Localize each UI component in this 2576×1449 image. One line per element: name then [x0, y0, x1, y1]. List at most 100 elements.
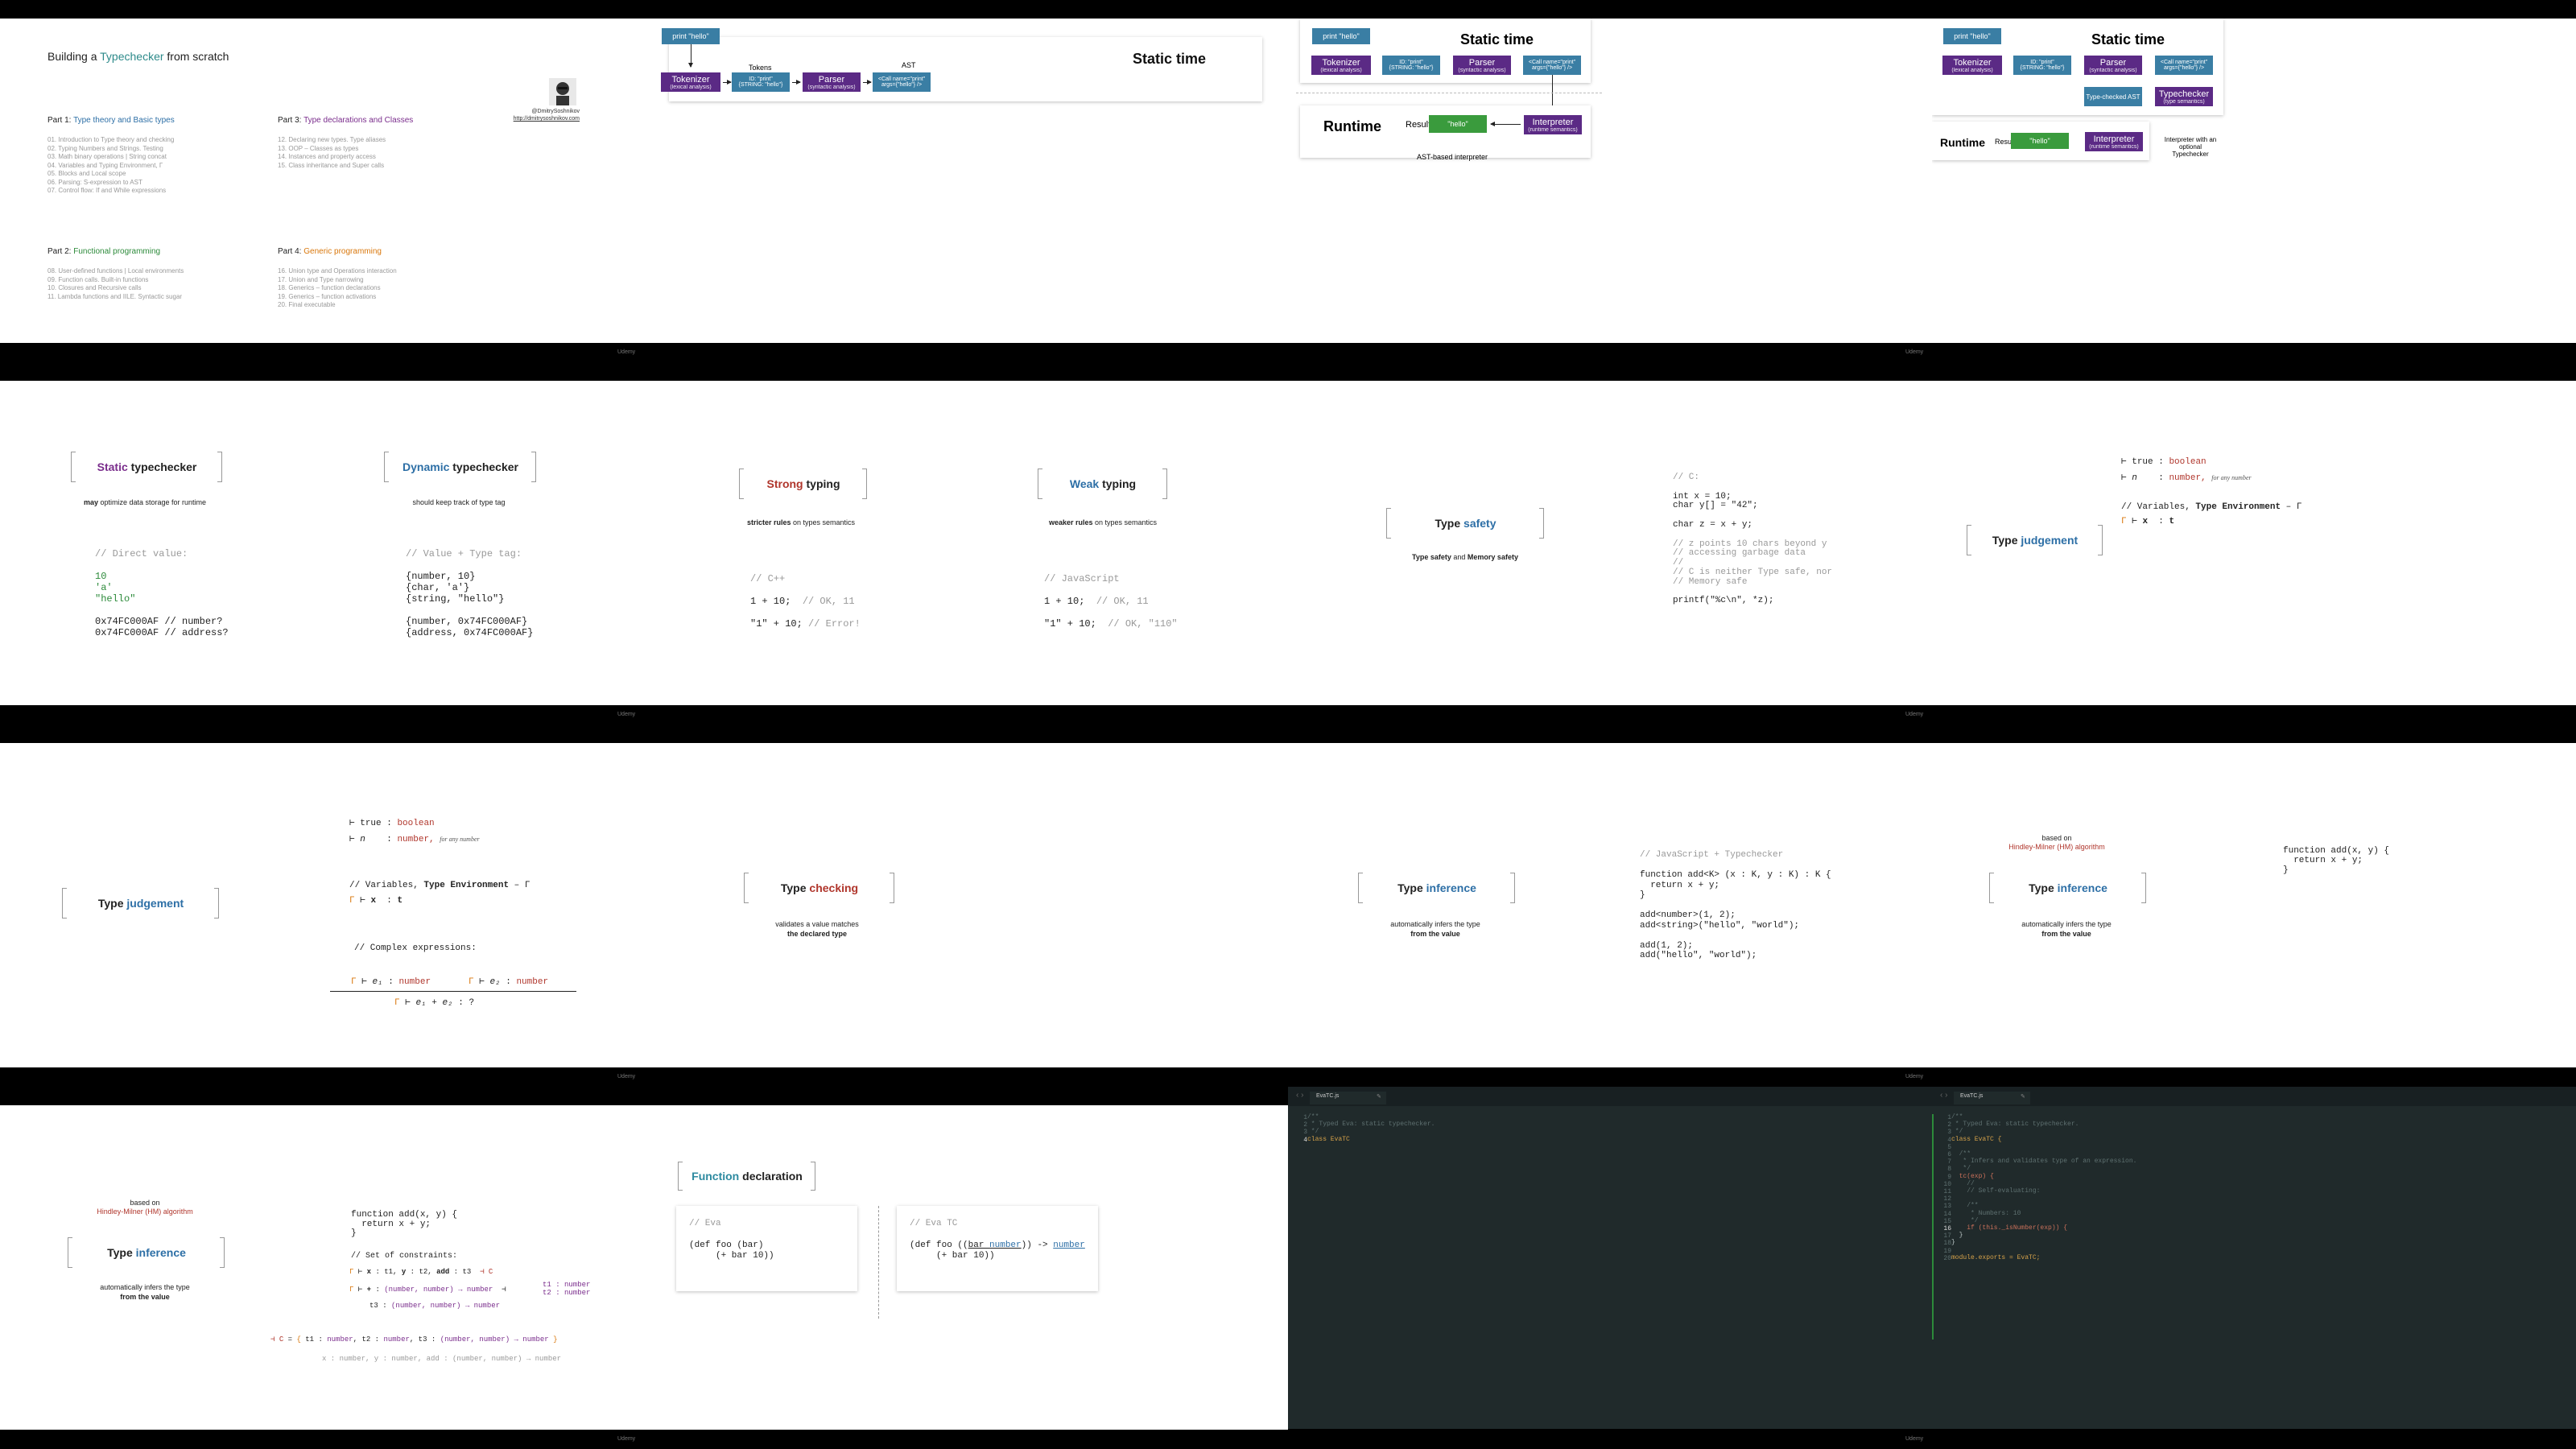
tokens-label: Tokens [749, 64, 772, 72]
bracket [62, 888, 67, 919]
lesson-item: 17. Union and Type narrowing [278, 275, 364, 283]
footer-label: Udemy [1905, 349, 1924, 355]
thumb-course-outline[interactable]: Building a Typechecker from scratch Part… [0, 0, 1288, 362]
slide-strong-weak: Strong typing stricter rules on types se… [644, 381, 1288, 705]
nav-arrows[interactable]: ‹ › [1940, 1091, 1947, 1100]
thumb-constraints-function[interactable]: based on Hindley-Milner (HM) algorithm T… [0, 1087, 1288, 1449]
lesson-item: 04. Variables and Typing Environment, Γ [47, 161, 163, 169]
divider [878, 1206, 879, 1319]
editor-line[interactable]: */ [1951, 1128, 2136, 1135]
course-part-title: Part 2: Functional programming [47, 247, 161, 256]
interpreter-box: Interpreter (runtime semantics) [1524, 115, 1582, 134]
line-number: 14 [1943, 1210, 1951, 1218]
concept-inference: Type inference [2029, 881, 2107, 894]
lesson-list: 12. Declaring new types. Type aliases 13.… [278, 136, 413, 170]
editor-line[interactable]: * Numbers: 10 [1951, 1210, 2136, 1217]
rule-true: ⊢ true : boolean [2121, 457, 2207, 467]
editor-line[interactable]: module.exports = EvaTC; [1951, 1254, 2136, 1261]
bracket [739, 469, 744, 499]
line-number: 3 [1303, 1129, 1307, 1137]
bracket [1358, 873, 1363, 903]
editor-line[interactable]: if (this._isNumber(exp)) { [1951, 1224, 2136, 1232]
code-line: add<number>(1, 2); [1640, 910, 1736, 920]
line-number: 4 [1303, 1136, 1307, 1144]
lesson-item: 06. Parsing: S-expression to AST [47, 178, 142, 186]
editor-line[interactable]: tc(exp) { [1951, 1173, 2136, 1180]
code-line: return x + y; [1640, 880, 1720, 890]
bracket [1162, 469, 1167, 499]
slide-type-inference: Type inference automatically infers the … [1288, 743, 1932, 1067]
editor-line[interactable]: /** [1951, 1202, 2136, 1209]
eva-code: (def foo (bar) (+ bar 10)) [689, 1241, 774, 1261]
inferred-types: x : number, y : number, add : (number, n… [322, 1355, 562, 1363]
concept-strong: Strong typing [766, 477, 840, 490]
lesson-item: 09. Function calls. Built-in functions [47, 275, 149, 283]
editor-line[interactable]: */ [1951, 1165, 2136, 1172]
rule-number: ⊢ n : number, for any number [2121, 473, 2252, 483]
constraint-3: t3 : (number, number) → number [369, 1302, 501, 1310]
editor-line[interactable]: /** [1951, 1113, 2136, 1121]
editor-line[interactable]: * Typed Eva: static typechecker. [1307, 1121, 1435, 1128]
thumb-inference[interactable]: Type inference automatically infers the … [1288, 724, 2576, 1087]
concept-inference: Type inference [1397, 881, 1476, 894]
editor-line[interactable]: * Infers and validates type of an expres… [1951, 1158, 2136, 1165]
static-time-title: Static time [2091, 31, 2165, 47]
editor-code[interactable]: /** * Typed Eva: static typechecker. */c… [1307, 1113, 1435, 1143]
tab-close-icon[interactable]: ✎ [1377, 1093, 1381, 1100]
lesson-item: 14. Instances and property access [278, 153, 376, 160]
thumb-judgement-checking[interactable]: Type judgement ⊢ true : boolean ⊢ n : nu… [0, 724, 1288, 1087]
line-number: 18 [1943, 1240, 1951, 1248]
thumb-safety-judgement[interactable]: Type safety Type safety and Memory safet… [1288, 362, 2576, 724]
line-number: 10 [1943, 1180, 1951, 1188]
thumb-editor[interactable]: ‹ › EvaTC.js ✎ 1234 /** * Typed Eva: sta… [1288, 1087, 2576, 1449]
nav-arrows[interactable]: ‹ › [1296, 1091, 1303, 1100]
bracket [2098, 525, 2103, 555]
editor-line[interactable]: // [1951, 1180, 2136, 1187]
bracket [862, 469, 867, 499]
editor-line[interactable]: } [1951, 1239, 2136, 1246]
editor-line[interactable]: /** [1951, 1150, 2136, 1158]
editor-line[interactable]: class EvaTC { [1951, 1136, 2136, 1143]
editor-code[interactable]: /** * Typed Eva: static typechecker. */c… [1951, 1113, 2136, 1261]
editor-line[interactable] [1951, 1247, 2136, 1254]
rule-env-comment: // Variables, Type Environment – Γ [349, 881, 530, 890]
editor-line[interactable]: */ [1951, 1217, 2136, 1224]
tokenizer-box: Tokenizer (lexical analysis) [1942, 56, 2002, 75]
code-line: } [351, 1228, 357, 1238]
tab-close-icon[interactable]: ✎ [2021, 1093, 2025, 1100]
desc-checking: validates a value matches [775, 920, 859, 928]
editor-line[interactable]: /** [1307, 1113, 1435, 1121]
lesson-item: 16. Union type and Operations interactio… [278, 267, 397, 275]
tab-filename[interactable]: EvaTC.js [1960, 1093, 1983, 1099]
code-line: add("hello", "world"); [1640, 951, 1757, 960]
editor-line[interactable]: */ [1307, 1128, 1435, 1135]
editor-line[interactable]: } [1951, 1232, 2136, 1239]
thumb-static-dynamic[interactable]: Static typechecker may optimize data sto… [0, 362, 1288, 724]
code-line: } [1640, 890, 1645, 900]
code-line: {address, 0x74FC000AF} [406, 627, 534, 638]
lesson-item: 01. Introduction to Type theory and chec… [47, 136, 175, 143]
constraint-2: Γ ⊢ + : (number, number) → number ⊣ [349, 1286, 506, 1294]
desc-strong: stricter rules on types semantics [746, 518, 856, 526]
result-box: "hello" [1429, 115, 1487, 133]
concept-judgement: Type judgement [1992, 534, 2079, 547]
tab-filename[interactable]: EvaTC.js [1316, 1093, 1339, 1099]
editor-line[interactable]: // Self-evaluating: [1951, 1187, 2136, 1195]
hm-algorithm: Hindley-Milner (HM) algorithm [97, 1208, 193, 1216]
author-url[interactable]: http://dmitrysoshnikov.com [491, 116, 580, 122]
line-number: 5 [1947, 1143, 1951, 1151]
thumb-pipeline[interactable]: Static time print "hello" Tokenizer (lexi… [1288, 0, 2576, 362]
editor-line[interactable]: * Typed Eva: static typechecker. [1951, 1121, 2136, 1128]
editor-line[interactable] [1951, 1143, 2136, 1150]
footer-label: Udemy [1905, 712, 1924, 717]
desc-inference: automatically infers the type [1390, 920, 1480, 928]
bracket [71, 452, 76, 482]
editor-line[interactable]: class EvaTC [1307, 1136, 1435, 1143]
editor-line[interactable] [1951, 1195, 2136, 1202]
parser-box: Parser (syntactic analysis) [803, 72, 861, 92]
premise-1: Γ ⊢ e₁ : number [351, 977, 431, 987]
desc-dynamic: should keep track of type tag [412, 498, 506, 506]
line-number: 7 [1947, 1158, 1951, 1166]
concept-judgement: Type judgement [97, 897, 184, 910]
